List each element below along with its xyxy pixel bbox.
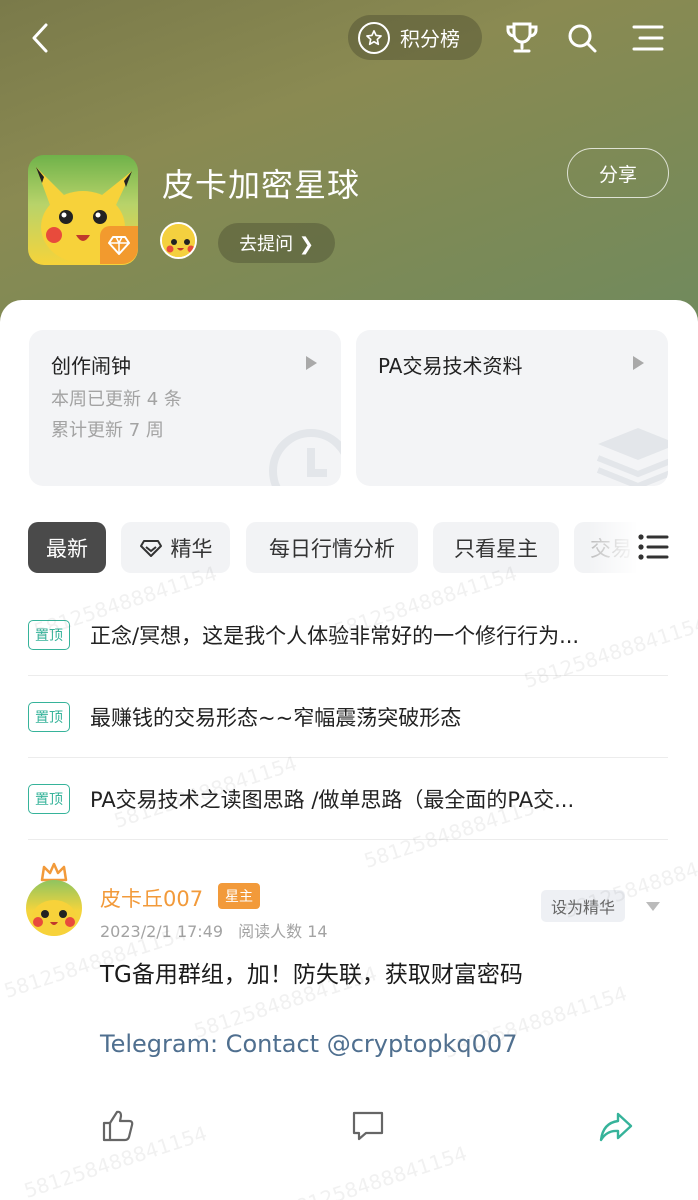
post-meta: 2023/2/1 17:49 阅读人数 14 bbox=[100, 918, 328, 942]
search-icon bbox=[568, 24, 597, 53]
pinned-item[interactable]: 置顶 正念/冥想，这是我个人体验非常好的一个修行行为... bbox=[28, 594, 668, 676]
diamond-badge bbox=[100, 226, 138, 264]
post-link[interactable]: Telegram: Contact @cryptopkq007 bbox=[100, 1030, 517, 1058]
group-title: 皮卡加密星球 bbox=[162, 166, 361, 204]
trophy-button[interactable] bbox=[502, 18, 542, 58]
menu-button[interactable] bbox=[628, 18, 668, 58]
tab-latest[interactable]: 最新 bbox=[28, 522, 106, 573]
owner-avatar[interactable] bbox=[160, 222, 197, 259]
pinned-title: 最赚钱的交易形态~~窄幅震荡突破形态 bbox=[90, 705, 462, 730]
diamond-icon bbox=[108, 236, 130, 255]
list-icon[interactable] bbox=[636, 530, 670, 564]
pinned-item[interactable]: 置顶 最赚钱的交易形态~~窄幅震荡突破形态 bbox=[28, 676, 668, 758]
pinned-title: 正念/冥想，这是我个人体验非常好的一个修行行为... bbox=[90, 623, 580, 648]
book-stack-icon bbox=[596, 428, 668, 486]
leaderboard-label: 积分榜 bbox=[400, 27, 460, 51]
post-body: TG备用群组，加！防失联，获取财富密码 bbox=[100, 962, 523, 988]
like-icon[interactable] bbox=[100, 1108, 136, 1144]
leaderboard-button[interactable]: 积分榜 bbox=[348, 15, 482, 60]
pinned-tag: 置顶 bbox=[28, 783, 70, 814]
pinned-item[interactable]: 置顶 PA交易技术之读图思路 /做单思路（最全面的PA交... bbox=[28, 758, 668, 840]
crown-icon bbox=[40, 862, 68, 882]
author-avatar[interactable] bbox=[26, 880, 82, 936]
card-creation-alarm[interactable]: 创作闹钟 本周已更新 4 条 累计更新 7 周 bbox=[29, 330, 341, 486]
tab-label: 精华 bbox=[170, 536, 213, 561]
top-bar: 积分榜 bbox=[0, 0, 698, 80]
card-title: PA交易技术资料 bbox=[378, 354, 523, 378]
pinned-tag: 置顶 bbox=[28, 619, 70, 650]
search-button[interactable] bbox=[562, 18, 602, 58]
owner-badge: 星主 bbox=[218, 883, 260, 909]
share-arrow-icon[interactable] bbox=[598, 1108, 634, 1144]
pinned-tag: 置顶 bbox=[28, 701, 70, 732]
trophy-icon bbox=[506, 22, 538, 53]
post-date: 2023/2/1 17:49 bbox=[100, 922, 224, 941]
author-name[interactable]: 皮卡丘007 bbox=[100, 883, 203, 913]
play-arrow-icon bbox=[306, 356, 317, 370]
back-button[interactable] bbox=[22, 18, 58, 58]
set-featured-button[interactable]: 设为精华 bbox=[541, 890, 625, 922]
menu-icon bbox=[632, 25, 664, 51]
more-caret-icon[interactable] bbox=[646, 902, 660, 911]
share-button[interactable]: 分享 bbox=[567, 148, 669, 198]
pinned-title: PA交易技术之读图思路 /做单思路（最全面的PA交... bbox=[90, 787, 575, 812]
card-line: 累计更新 7 周 bbox=[51, 420, 164, 441]
diamond-icon bbox=[139, 539, 162, 557]
play-arrow-icon bbox=[633, 356, 644, 370]
filter-tabs: 最新 精华 每日行情分析 只看星主 交易 bbox=[28, 522, 638, 574]
card-pa-materials[interactable]: PA交易技术资料 bbox=[356, 330, 668, 486]
alarm-clock-icon bbox=[269, 429, 341, 486]
tab-featured[interactable]: 精华 bbox=[121, 522, 230, 573]
card-title: 创作闹钟 bbox=[51, 354, 131, 378]
tab-daily-analysis[interactable]: 每日行情分析 bbox=[246, 522, 418, 573]
read-count: 阅读人数 14 bbox=[238, 922, 328, 941]
ask-question-button[interactable]: 去提问 ❯ bbox=[218, 223, 335, 263]
star-icon bbox=[358, 21, 390, 54]
tab-owner-only[interactable]: 只看星主 bbox=[433, 522, 559, 573]
comment-icon[interactable] bbox=[350, 1108, 386, 1144]
tabs-fade bbox=[588, 522, 638, 574]
chevron-left-icon bbox=[32, 23, 48, 53]
card-line: 本周已更新 4 条 bbox=[51, 389, 182, 410]
